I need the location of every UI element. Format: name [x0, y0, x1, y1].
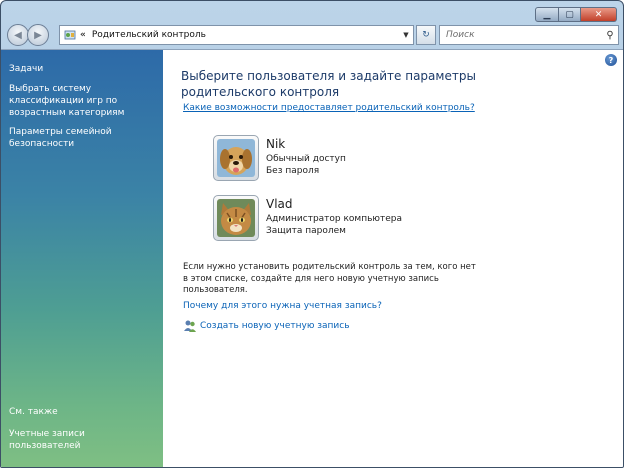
user-password-status: Защита паролем — [266, 226, 346, 236]
window: ▁ ▢ ✕ ◀ ▶ « Родительский контроль ▼ ↻ По… — [0, 0, 624, 468]
info-text: Если нужно установить родительский контр… — [183, 262, 476, 295]
content-area: Задачи Выбрать систему классификации игр… — [1, 49, 623, 467]
main-panel: ? Выберите пользователя и задайте параме… — [163, 50, 623, 467]
features-link[interactable]: Какие возможности предоставляет родитель… — [183, 103, 475, 113]
chevron-down-icon[interactable]: ▼ — [399, 31, 413, 39]
refresh-icon: ↻ — [422, 30, 430, 40]
create-account-link[interactable]: Создать новую учетную запись — [183, 319, 350, 333]
breadcrumb-path[interactable]: Родительский контроль — [92, 30, 399, 40]
sidebar-link-family-safety[interactable]: Параметры семейной безопасности — [9, 126, 154, 150]
window-controls: ▁ ▢ ✕ — [535, 7, 617, 22]
control-panel-icon — [64, 29, 76, 41]
page-title: Выберите пользователя и задайте параметр… — [181, 69, 476, 99]
maximize-button[interactable]: ▢ — [559, 7, 581, 22]
sidebar-link-game-ratings[interactable]: Выбрать систему классификации игр по воз… — [9, 83, 154, 119]
dog-avatar-icon — [217, 139, 255, 177]
add-user-icon — [183, 319, 197, 333]
tasks-heading: Задачи — [9, 64, 44, 74]
task-pane: Задачи Выбрать систему классификации игр… — [1, 50, 163, 467]
user-tile-vlad[interactable]: Vlad Администратор компьютера Защита пар… — [213, 195, 513, 243]
forward-button[interactable]: ▶ — [27, 24, 49, 46]
sidebar-link-user-accounts[interactable]: Учетные записи пользователей — [9, 428, 154, 452]
help-icon[interactable]: ? — [605, 54, 617, 66]
search-box[interactable]: Поиск ⚲ — [439, 25, 619, 45]
see-also-heading: См. также — [9, 407, 58, 417]
address-bar[interactable]: « Родительский контроль ▼ — [59, 25, 414, 45]
user-name[interactable]: Vlad — [266, 197, 293, 211]
close-button[interactable]: ✕ — [581, 7, 617, 22]
user-tile-nik[interactable]: Nik Обычный доступ Без пароля — [213, 135, 513, 183]
minimize-button[interactable]: ▁ — [535, 7, 559, 22]
avatar[interactable] — [213, 195, 259, 241]
forward-arrow-icon: ▶ — [34, 29, 42, 41]
avatar[interactable] — [213, 135, 259, 181]
search-icon[interactable]: ⚲ — [602, 30, 618, 41]
back-arrow-icon: ◀ — [14, 29, 22, 41]
breadcrumb-chevron[interactable]: « — [80, 30, 86, 40]
user-account-type: Обычный доступ — [266, 154, 346, 164]
why-account-link[interactable]: Почему для этого нужна учетная запись? — [183, 301, 382, 311]
user-name[interactable]: Nik — [266, 137, 285, 151]
search-input[interactable]: Поиск — [446, 30, 602, 40]
navigation-bar: ◀ ▶ « Родительский контроль ▼ ↻ Поиск ⚲ — [7, 23, 619, 47]
user-account-type: Администратор компьютера — [266, 214, 402, 224]
user-password-status: Без пароля — [266, 166, 320, 176]
cat-avatar-icon — [217, 199, 255, 237]
refresh-button[interactable]: ↻ — [416, 25, 436, 45]
create-account-label[interactable]: Создать новую учетную запись — [200, 321, 350, 331]
back-button[interactable]: ◀ — [7, 24, 29, 46]
